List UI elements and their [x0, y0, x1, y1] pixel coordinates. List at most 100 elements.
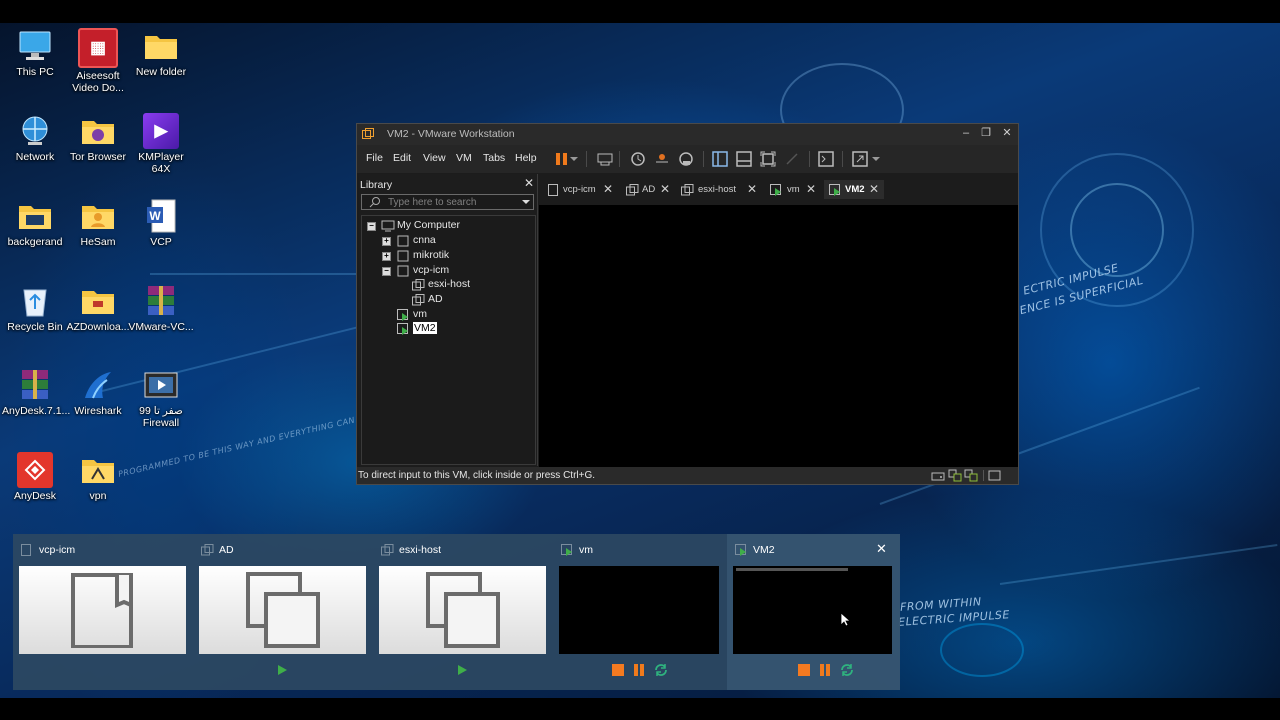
desktop-icon-anydesk-archive[interactable]: AnyDesk.7.1... [2, 367, 70, 417]
mouse-cursor-icon [840, 612, 850, 627]
tab-vm[interactable]: vm ✕ [765, 180, 821, 199]
restart-icon[interactable] [840, 663, 854, 677]
tab-vcp-icm[interactable]: vcp-icm ✕ [543, 180, 618, 199]
desktop-icon-label: HeSam [80, 236, 116, 248]
desktop-icon-recycle-bin[interactable]: Recycle Bin [2, 283, 68, 333]
close-tab-icon[interactable]: ✕ [660, 182, 670, 196]
desktop-icon-this-pc[interactable]: This PC [2, 28, 68, 78]
pause-icon[interactable] [632, 663, 646, 677]
menu-edit[interactable]: Edit [393, 152, 411, 164]
preview-card-esxi-host[interactable]: esxi-host [373, 534, 553, 690]
close-tab-icon[interactable]: ✕ [806, 182, 816, 196]
desktop-icon-kmplayer[interactable]: ▶ KMPlayer 64X [128, 113, 194, 175]
menu-view[interactable]: View [423, 152, 446, 164]
preview-thumbnail[interactable] [733, 566, 892, 654]
vm-console-screen[interactable] [539, 205, 1018, 467]
network-adapter-icon[interactable] [964, 469, 978, 482]
expand-icon[interactable]: + [382, 237, 391, 246]
desktop-icon-new-folder[interactable]: New folder [128, 28, 194, 78]
network-adapter-icon[interactable] [948, 469, 962, 482]
tree-label: mikrotik [413, 249, 450, 261]
close-preview-icon[interactable]: ✕ [876, 541, 887, 557]
preview-card-vcp-icm[interactable]: vcp-icm [13, 534, 193, 690]
desktop-icon-anydesk[interactable]: AnyDesk [2, 452, 68, 502]
tab-ad[interactable]: AD ✕ [621, 180, 674, 199]
menu-file[interactable]: File [366, 152, 383, 164]
preview-thumbnail[interactable] [379, 566, 546, 654]
tab-vm2-active[interactable]: VM2 ✕ [824, 180, 884, 199]
preview-thumbnail[interactable] [19, 566, 186, 654]
close-tab-icon[interactable]: ✕ [747, 182, 757, 196]
message-log-icon[interactable] [988, 470, 1001, 482]
preview-thumbnail[interactable] [559, 566, 719, 654]
search-dropdown-icon[interactable] [521, 198, 531, 206]
search-input[interactable] [388, 196, 516, 208]
minimize-button[interactable]: – [957, 126, 975, 142]
preview-thumbnail[interactable] [199, 566, 366, 654]
desktop-icon-network[interactable]: Network [2, 113, 68, 163]
play-icon[interactable] [455, 663, 469, 677]
stretch-dropdown-icon[interactable] [871, 150, 881, 168]
tor-folder-icon [80, 113, 116, 149]
wallpaper-line [999, 544, 1278, 585]
wallpaper-line [150, 273, 360, 275]
full-screen-icon[interactable] [759, 150, 777, 168]
menu-vm[interactable]: VM [456, 152, 472, 164]
library-view-icon[interactable] [711, 150, 729, 168]
snapshot-manager-icon[interactable] [677, 150, 695, 168]
desktop-icon-firewall-video[interactable]: صفر تا 99 Firewall [128, 367, 194, 429]
tab-esxi-host[interactable]: esxi-host ✕ [676, 180, 761, 199]
window-titlebar[interactable]: VM2 - VMware Workstation – ❐ ✕ [357, 124, 1018, 145]
expand-icon[interactable]: + [382, 252, 391, 261]
stop-icon[interactable] [611, 663, 625, 677]
vm-running-icon [561, 544, 572, 556]
send-ctrl-alt-del-icon[interactable] [596, 150, 614, 168]
close-tab-icon[interactable]: ✕ [869, 182, 879, 196]
desktop-icon-azdownload[interactable]: AZDownloa... [65, 283, 131, 333]
restore-button[interactable]: ❐ [977, 126, 995, 142]
console-view-icon[interactable] [817, 150, 835, 168]
menu-help[interactable]: Help [515, 152, 537, 164]
aiseesoft-icon: ▦ [78, 28, 118, 68]
preview-card-vm[interactable]: vm [553, 534, 733, 690]
close-window-button[interactable]: ✕ [998, 126, 1016, 142]
desktop-icon-wireshark[interactable]: Wireshark [65, 367, 131, 417]
stretch-guest-icon[interactable] [851, 150, 869, 168]
preview-card-vm2[interactable]: VM2 ✕ [727, 534, 900, 690]
snapshot-icon[interactable] [629, 150, 647, 168]
power-dropdown-icon[interactable] [569, 150, 579, 168]
desktop-icon-backgerand[interactable]: backgerand [2, 198, 68, 248]
desktop-icon-label: Wireshark [74, 405, 122, 417]
folder-icon [17, 198, 53, 234]
collapse-icon[interactable]: − [367, 222, 376, 231]
toolbar-separator [809, 151, 810, 167]
vmware-window: VM2 - VMware Workstation – ❐ ✕ File Edit… [356, 123, 1019, 485]
preview-title: VM2 [753, 544, 775, 556]
unity-icon[interactable] [783, 150, 801, 168]
close-library-icon[interactable]: ✕ [524, 176, 534, 190]
play-icon[interactable] [275, 663, 289, 677]
vm-folder-large-icon [71, 573, 133, 648]
vm-off-icon [681, 184, 694, 196]
close-tab-icon[interactable]: ✕ [603, 182, 613, 196]
stop-icon[interactable] [797, 663, 811, 677]
thumbnail-bar-icon[interactable] [735, 150, 753, 168]
pause-icon[interactable] [818, 663, 832, 677]
collapse-icon[interactable]: − [382, 267, 391, 276]
desktop-icon-aiseesoft[interactable]: ▦ Aiseesoft Video Do... [65, 28, 131, 94]
desktop-icon-tor-browser[interactable]: Tor Browser [65, 113, 131, 163]
toolbar-separator [619, 151, 620, 167]
desktop-icon-vpn[interactable]: vpn [65, 452, 131, 502]
preview-card-ad[interactable]: AD [193, 534, 373, 690]
restart-icon[interactable] [654, 663, 668, 677]
hard-disk-icon[interactable] [931, 470, 945, 482]
video-file-icon [143, 367, 179, 403]
desktop-icon-hesam[interactable]: HeSam [65, 198, 131, 248]
revert-snapshot-icon[interactable] [653, 150, 671, 168]
network-icon [17, 113, 53, 149]
tab-label: vm [787, 184, 800, 195]
desktop-icon-vcp[interactable]: W VCP [128, 198, 194, 248]
desktop-icon-vmware-vc[interactable]: VMware-VC... [128, 283, 194, 333]
toolbar-separator [703, 151, 704, 167]
menu-tabs[interactable]: Tabs [483, 152, 505, 164]
